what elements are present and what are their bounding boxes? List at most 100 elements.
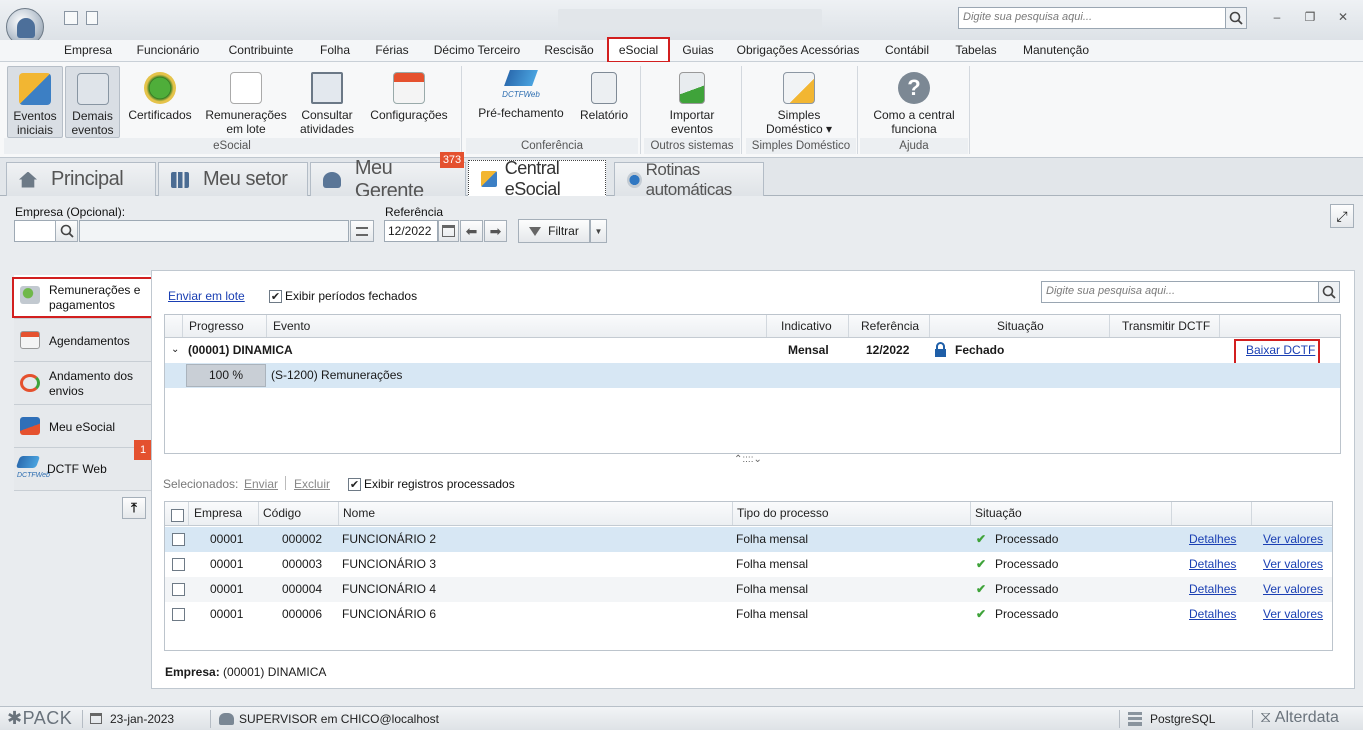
simples-domestico-button[interactable]: Simples Doméstico ▾ — [752, 66, 846, 136]
menu-contribuinte[interactable]: Contribuinte — [220, 40, 302, 62]
tab-rotinas-automaticas[interactable]: Rotinas automáticas — [614, 160, 764, 199]
header-situacao[interactable]: Situação — [930, 315, 1110, 337]
sidebar-item-andamento[interactable]: Andamento dos envios — [14, 362, 152, 405]
row-checkbox[interactable] — [172, 608, 185, 621]
enviar-link[interactable]: Enviar — [244, 477, 278, 491]
group-conferencia: Conferência — [466, 138, 638, 154]
cell-tipo: Folha mensal — [736, 582, 809, 596]
detalhes-link[interactable]: Detalhes — [1189, 527, 1236, 551]
menu-manutencao[interactable]: Manutenção — [1014, 40, 1098, 62]
menu-contabil[interactable]: Contábil — [877, 40, 937, 62]
document-icon[interactable] — [86, 11, 98, 25]
menu-esocial[interactable]: eSocial — [607, 37, 670, 63]
previous-period-button[interactable]: ⬅ — [460, 220, 483, 242]
pre-fechamento-button[interactable]: DCTFWeb Pré-fechamento — [472, 66, 570, 120]
close-button[interactable]: ✕ — [1330, 8, 1356, 26]
filtrar-button[interactable]: Filtrar — [518, 219, 590, 243]
grid-search-input[interactable]: Digite sua pesquisa aqui... — [1041, 281, 1319, 303]
header-transmitir-dctf[interactable]: Transmitir DCTF — [1110, 315, 1220, 337]
child-row[interactable]: 100 % (S-1200) Remunerações — [165, 363, 1340, 388]
group-row[interactable]: ⌄ (00001) DINAMICA Mensal 12/2022 Fechad… — [165, 338, 1340, 363]
group-ajuda: Ajuda — [860, 138, 968, 154]
sidebar-item-meu-esocial[interactable]: Meu eSocial — [14, 405, 152, 448]
header-empresa[interactable]: Empresa — [189, 502, 259, 525]
header-situacao[interactable]: Situação — [971, 502, 1172, 525]
table-row[interactable]: 00001 000003 FUNCIONÁRIO 3 Folha mensal … — [165, 552, 1332, 577]
detalhes-link[interactable]: Detalhes — [1189, 602, 1236, 626]
exibir-fechados-checkbox[interactable]: ✔ — [269, 290, 282, 303]
splitter-handle[interactable]: ⌃::::⌄ — [734, 454, 762, 465]
menu-empresa[interactable]: Empresa — [58, 40, 118, 62]
exibir-processados-label: Exibir registros processados — [364, 477, 515, 491]
cell-codigo: 000003 — [282, 557, 323, 571]
configuracoes-button[interactable]: Configurações — [366, 66, 452, 122]
header-tipo-processo[interactable]: Tipo do processo — [733, 502, 971, 525]
header-referencia[interactable]: Referência — [849, 315, 930, 337]
exibir-processados-checkbox[interactable]: ✔ — [348, 478, 361, 491]
detalhes-link[interactable]: Detalhes — [1189, 577, 1236, 601]
enviar-lote-link[interactable]: Enviar em lote — [168, 289, 245, 303]
row-checkbox[interactable] — [172, 583, 185, 596]
header-indicativo[interactable]: Indicativo — [767, 315, 849, 337]
sidebar-item-agendamentos[interactable]: Agendamentos — [14, 319, 152, 362]
header-progresso[interactable]: Progresso — [183, 315, 267, 337]
ver-valores-link[interactable]: Ver valores — [1263, 552, 1323, 576]
table-row[interactable]: 00001 000002 FUNCIONÁRIO 2 Folha mensal … — [165, 527, 1332, 552]
next-period-button[interactable]: ➡ — [484, 220, 507, 242]
como-funciona-button[interactable]: ? Como a central funciona — [866, 66, 962, 136]
global-search-button[interactable] — [1225, 7, 1247, 29]
minimize-button[interactable]: – — [1264, 8, 1290, 26]
header-nome[interactable]: Nome — [339, 502, 733, 525]
remuneracoes-lote-button[interactable]: Remunerações em lote — [202, 66, 290, 136]
detalhes-link[interactable]: Detalhes — [1189, 552, 1236, 576]
empresa-code-input[interactable] — [14, 220, 56, 242]
select-all-checkbox[interactable] — [171, 509, 184, 522]
demais-eventos-button[interactable]: Demais eventos — [65, 66, 120, 138]
consultar-atividades-button[interactable]: Consultar atividades — [294, 66, 360, 136]
ver-valores-link[interactable]: Ver valores — [1263, 602, 1323, 626]
table-row[interactable]: 00001 000006 FUNCIONÁRIO 6 Folha mensal … — [165, 602, 1332, 627]
global-search-input[interactable]: Digite sua pesquisa aqui... — [958, 7, 1226, 29]
empresa-search-button[interactable] — [55, 220, 78, 242]
menu-decimo-terceiro[interactable]: Décimo Terceiro — [427, 40, 527, 62]
check-icon: ✔ — [976, 557, 987, 571]
menu-folha[interactable]: Folha — [314, 40, 356, 62]
ver-valores-link[interactable]: Ver valores — [1263, 577, 1323, 601]
eventos-iniciais-button[interactable]: Eventos iniciais — [7, 66, 63, 138]
report-icon — [591, 72, 617, 104]
grid-search-button[interactable] — [1318, 281, 1340, 303]
menu-ferias[interactable]: Férias — [369, 40, 415, 62]
row-checkbox[interactable] — [172, 558, 185, 571]
header-codigo[interactable]: Código — [259, 502, 339, 525]
referencia-input[interactable]: 12/2022 — [384, 220, 438, 242]
dctfweb-icon: DCTFWeb — [472, 66, 570, 106]
menu-guias[interactable]: Guias — [677, 40, 719, 62]
excluir-link[interactable]: Excluir — [294, 477, 330, 491]
filtrar-dropdown-button[interactable]: ▼ — [590, 219, 607, 243]
table-row[interactable]: 00001 000004 FUNCIONÁRIO 4 Folha mensal … — [165, 577, 1332, 602]
empresa-list-button[interactable] — [350, 220, 374, 242]
importar-eventos-button[interactable]: Importar eventos — [650, 66, 734, 136]
exibir-fechados-label: Exibir períodos fechados — [285, 289, 418, 303]
header-evento[interactable]: Evento — [267, 315, 767, 337]
row-checkbox[interactable] — [172, 533, 185, 546]
scroll-top-button[interactable]: ⤒ — [122, 497, 146, 519]
collapse-chevron-icon[interactable]: ⌄ — [171, 338, 179, 362]
menu-tabelas[interactable]: Tabelas — [950, 40, 1002, 62]
pack-logo: ✱PACK — [7, 708, 72, 729]
maximize-panel-button[interactable]: ⤢ — [1330, 204, 1354, 228]
ver-valores-link[interactable]: Ver valores — [1263, 527, 1323, 551]
calendar-button[interactable] — [438, 220, 459, 242]
tab-central-esocial[interactable]: Central eSocial — [468, 158, 606, 199]
tab-principal[interactable]: Principal — [6, 162, 156, 196]
certificados-button[interactable]: Certificados — [124, 66, 196, 122]
user-icon — [17, 18, 35, 38]
menu-rescisao[interactable]: Rescisão — [539, 40, 599, 62]
grid-icon[interactable] — [64, 11, 78, 25]
menu-funcionario[interactable]: Funcionário — [130, 40, 206, 62]
tab-meu-setor[interactable]: Meu setor — [158, 162, 308, 196]
relatorio-button[interactable]: Relatório — [574, 66, 634, 122]
sidebar-item-dctf-web[interactable]: DCTFWeb DCTF Web — [14, 448, 152, 491]
restore-button[interactable]: ❐ — [1297, 8, 1323, 26]
menu-obrigacoes[interactable]: Obrigações Acessórias — [732, 40, 864, 62]
